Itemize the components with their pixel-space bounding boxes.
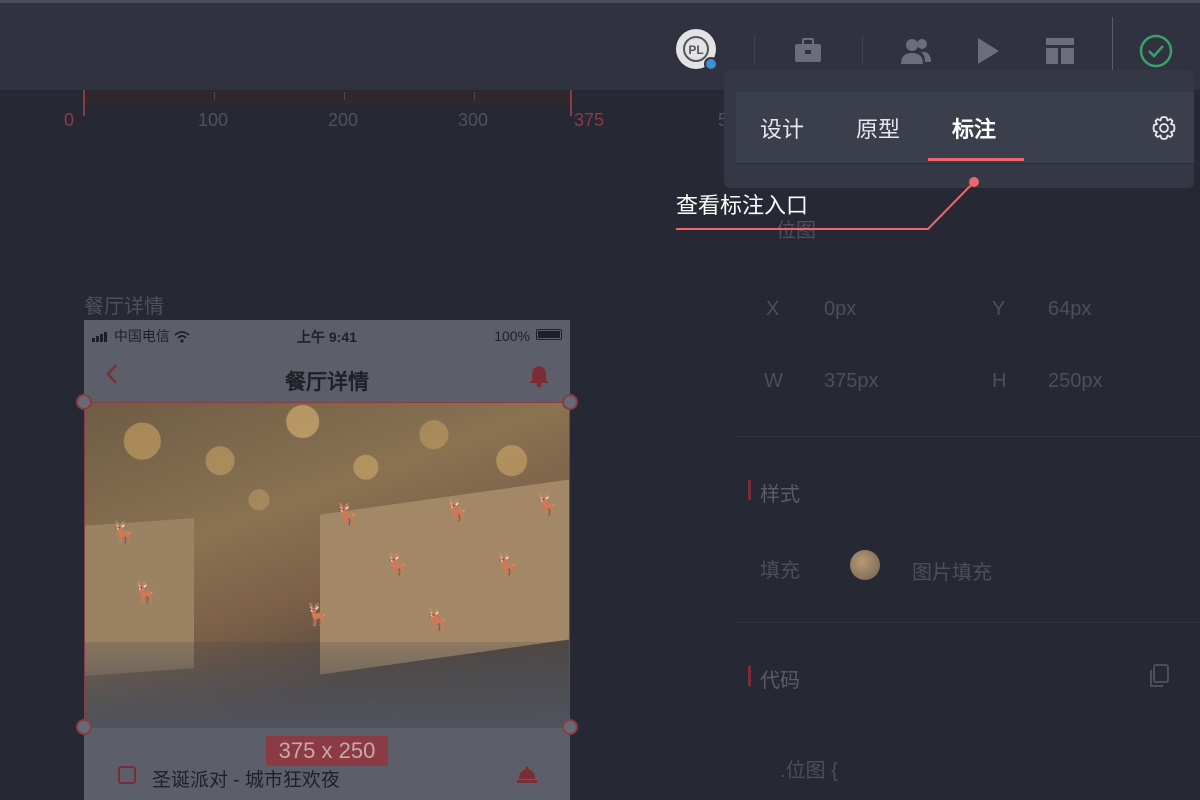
fill-value: 图片填充 xyxy=(912,562,992,584)
list-item-text: 圣诞派对 - 城市狂欢夜 xyxy=(152,770,340,791)
bell-icon[interactable] xyxy=(516,766,538,791)
done-button[interactable] xyxy=(1136,31,1176,71)
w-label: W xyxy=(764,370,783,392)
resize-handle[interactable] xyxy=(76,719,92,735)
x-value[interactable]: 0px xyxy=(824,298,856,321)
code-section-title: 代码 xyxy=(760,670,800,692)
section-marker xyxy=(748,480,751,500)
fill-label: 填充 xyxy=(760,560,800,582)
inspector-panel: 位图 X 0px Y 64px W 375px H 250px 样式 填充 图片… xyxy=(736,188,1200,800)
divider xyxy=(736,622,1200,623)
horizontal-ruler xyxy=(84,92,570,104)
ruler-marker-end xyxy=(570,90,572,116)
gear-icon xyxy=(1152,116,1176,140)
resize-handle[interactable] xyxy=(562,719,578,735)
briefcase-icon xyxy=(795,38,821,62)
selection-outline xyxy=(84,402,570,728)
phone-nav-title: 餐厅详情 xyxy=(285,371,369,394)
inspector-tab-bar: 设计 原型 标注 xyxy=(736,92,1194,164)
briefcase-button[interactable] xyxy=(788,31,828,71)
play-icon xyxy=(978,38,999,64)
resize-handle[interactable] xyxy=(562,394,578,410)
y-label: Y xyxy=(992,298,1006,320)
tab-annotation[interactable]: 标注 xyxy=(952,112,996,144)
section-marker xyxy=(748,666,751,686)
phone-navbar: 餐厅详情 xyxy=(84,350,570,402)
checkbox[interactable] xyxy=(118,766,136,784)
team-members-button[interactable] xyxy=(896,31,936,71)
svg-text:PL: PL xyxy=(688,43,703,57)
artboard-title[interactable]: 餐厅详情 xyxy=(84,290,164,319)
toolbar-divider xyxy=(862,35,863,65)
ruler-label: 375 xyxy=(574,110,605,130)
list-item[interactable]: 圣诞派对 - 城市狂欢夜 xyxy=(84,760,570,800)
style-section-title: 样式 xyxy=(760,484,800,506)
battery-icon xyxy=(536,329,562,340)
panel-divider xyxy=(736,163,1194,164)
code-line: .位图 { xyxy=(780,760,838,782)
dimension-badge: 375 x 250 xyxy=(266,736,388,766)
h-label: H xyxy=(992,370,1007,392)
fill-swatch[interactable] xyxy=(850,550,880,580)
copy-icon[interactable] xyxy=(1148,664,1170,693)
h-value[interactable]: 250px xyxy=(1048,370,1103,393)
tab-prototype[interactable]: 原型 xyxy=(856,112,900,144)
status-bar: 中国电信 上午 9:41 100% xyxy=(84,320,570,350)
ruler-tick xyxy=(344,92,345,100)
ruler-label: 300 xyxy=(458,110,489,130)
ruler-marker-start xyxy=(83,90,85,116)
toolbar-divider xyxy=(754,35,755,65)
ruler-label: 100 xyxy=(198,110,229,130)
x-label: X xyxy=(766,298,780,320)
users-icon xyxy=(901,39,931,64)
online-status-dot xyxy=(704,57,718,71)
ruler-tick xyxy=(474,92,475,100)
ruler-label: 0 xyxy=(64,110,75,130)
ruler-tick xyxy=(214,92,215,100)
tab-design[interactable]: 设计 xyxy=(760,112,804,144)
settings-button[interactable] xyxy=(1150,114,1178,142)
check-circle-icon xyxy=(1139,34,1173,68)
battery-percent: 100% xyxy=(494,328,530,344)
layout-button[interactable] xyxy=(1040,31,1080,71)
callout-label: 查看标注入口 xyxy=(676,193,809,218)
bell-icon[interactable] xyxy=(528,364,550,393)
preview-play-button[interactable] xyxy=(968,31,1008,71)
layout-icon xyxy=(1046,38,1074,64)
ruler-label: 200 xyxy=(328,110,359,130)
y-value[interactable]: 64px xyxy=(1048,298,1091,321)
resize-handle[interactable] xyxy=(76,394,92,410)
active-tab-indicator xyxy=(928,158,1024,161)
w-value[interactable]: 375px xyxy=(824,370,879,393)
divider xyxy=(736,436,1200,437)
user-avatar[interactable]: PL xyxy=(676,29,718,71)
